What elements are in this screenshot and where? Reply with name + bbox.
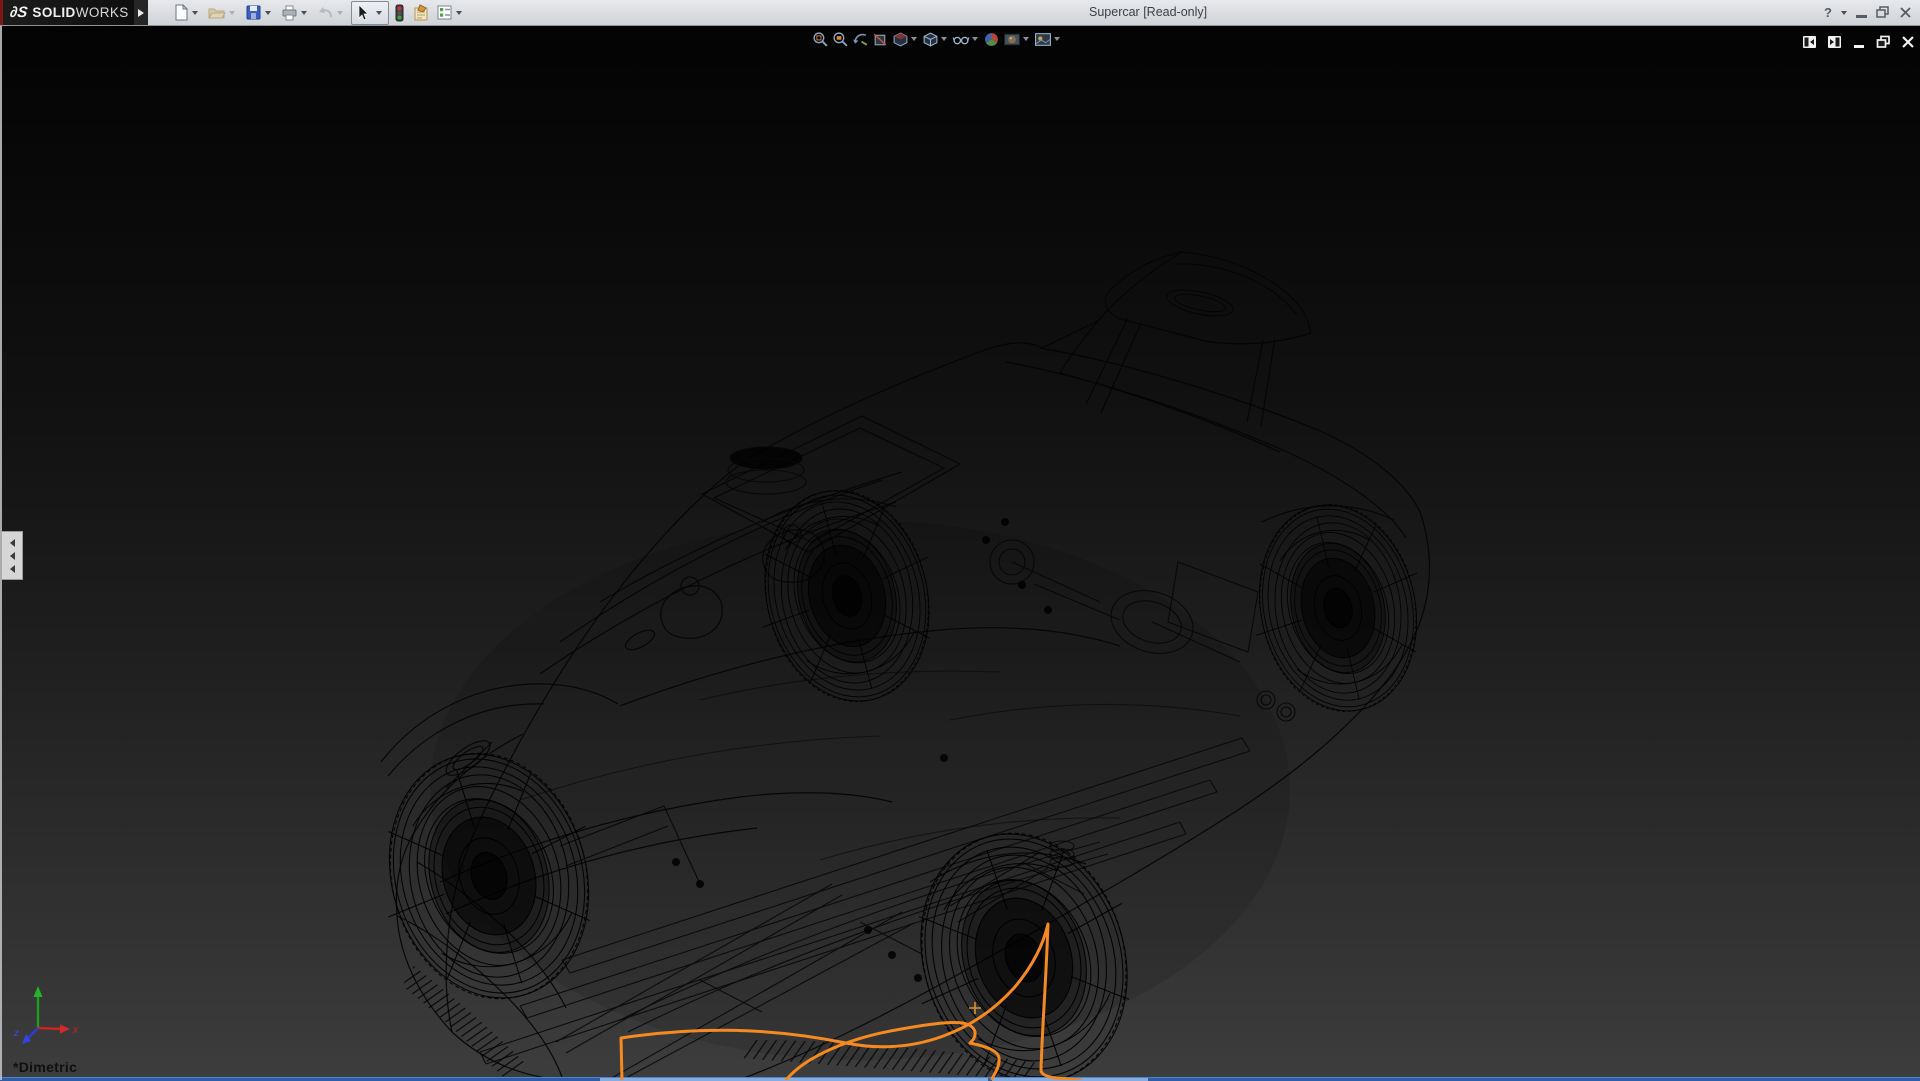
collapse-arrow-icon: [10, 552, 15, 560]
open-folder-icon: [208, 4, 226, 21]
select-tool-button[interactable]: [351, 1, 389, 25]
zoom-to-area-button[interactable]: [832, 31, 849, 48]
apply-scene-icon: [1003, 31, 1021, 48]
brand-bold: SOLID: [32, 5, 75, 20]
feature-manager-collapsed-tab[interactable]: [2, 531, 23, 580]
apply-scene-caret[interactable]: [1023, 37, 1029, 41]
traffic-light-icon: [393, 4, 406, 22]
solidworks-logo-mark: ∂S: [9, 4, 29, 21]
view-orientation-button[interactable]: [892, 31, 919, 48]
zoom-to-fit-button[interactable]: [812, 31, 829, 48]
undo-icon: [317, 4, 334, 21]
restore-button[interactable]: [1876, 6, 1890, 19]
file-properties-button[interactable]: [410, 2, 432, 24]
display-style-button[interactable]: [922, 31, 949, 48]
rebuild-button[interactable]: [391, 2, 408, 24]
options-dropdown-caret[interactable]: [456, 11, 462, 15]
minimize-button[interactable]: [1856, 15, 1867, 18]
apply-scene-button[interactable]: [1003, 31, 1031, 48]
zoom-to-area-icon: [832, 31, 849, 48]
eyeglasses-icon: [952, 31, 970, 48]
select-cursor-icon: [354, 4, 370, 21]
new-document-button[interactable]: [170, 2, 204, 24]
main-toolbar: [170, 0, 468, 25]
previous-view-icon: [852, 31, 869, 48]
toggle-right-pane-button[interactable]: [1827, 35, 1842, 49]
zoom-to-fit-icon: [812, 31, 829, 48]
close-button[interactable]: [1899, 6, 1912, 19]
print-button[interactable]: [279, 2, 313, 24]
collapse-arrow-icon: [10, 565, 15, 573]
new-document-icon: [172, 4, 189, 21]
expand-arrow-icon: [138, 9, 144, 17]
view-orientation-icon: [892, 31, 909, 48]
view-orientation-caret[interactable]: [911, 37, 917, 41]
view-settings-caret[interactable]: [1054, 37, 1060, 41]
options-checklist-icon: [436, 4, 453, 21]
titlebar-window-controls: ?: [1824, 0, 1912, 25]
hide-show-caret[interactable]: [972, 37, 978, 41]
display-style-caret[interactable]: [941, 37, 947, 41]
print-dropdown-caret[interactable]: [301, 11, 307, 15]
section-view-icon: [872, 31, 889, 48]
view-settings-icon: [1034, 31, 1052, 48]
display-style-icon: [922, 31, 939, 48]
menu-expand-arrow[interactable]: [134, 0, 148, 25]
open-dropdown-caret: [229, 11, 235, 15]
help-dropdown-caret[interactable]: [1841, 11, 1847, 15]
graphics-viewport[interactable]: [0, 25, 1920, 1080]
save-floppy-icon: [245, 4, 262, 21]
document-restore-button[interactable]: [1876, 35, 1891, 49]
save-dropdown-caret[interactable]: [265, 11, 271, 15]
new-dropdown-caret[interactable]: [192, 11, 198, 15]
brand-light: WORKS: [76, 5, 129, 20]
edit-appearance-button[interactable]: [983, 31, 1000, 48]
collapse-arrow-icon: [10, 539, 15, 547]
view-orientation-label: *Dimetric: [13, 1059, 77, 1075]
undo-dropdown-caret: [337, 11, 343, 15]
select-dropdown-caret[interactable]: [376, 11, 382, 15]
section-view-button[interactable]: [872, 31, 889, 48]
document-close-button[interactable]: [1901, 35, 1915, 49]
hide-show-items-button[interactable]: [952, 31, 980, 48]
toggle-left-pane-button[interactable]: [1802, 35, 1817, 49]
solidworks-logo: ∂S SOLIDWORKS: [0, 0, 134, 25]
heads-up-view-toolbar: [812, 29, 1062, 49]
view-settings-button[interactable]: [1034, 31, 1062, 48]
taskbar-strip[interactable]: [0, 1077, 1920, 1081]
help-button[interactable]: ?: [1824, 5, 1832, 20]
appearance-ball-icon: [983, 31, 1000, 48]
undo-button[interactable]: [315, 2, 349, 24]
document-title: Supercar [Read-only]: [1089, 5, 1207, 19]
file-properties-icon: [412, 4, 430, 21]
document-window-controls: [1802, 35, 1915, 49]
options-button[interactable]: [434, 2, 468, 24]
title-bar: ∂S SOLIDWORKS: [0, 0, 1920, 26]
print-icon: [281, 4, 298, 21]
save-button[interactable]: [243, 2, 277, 24]
open-button[interactable]: [206, 2, 241, 24]
previous-view-button[interactable]: [852, 31, 869, 48]
document-minimize-button[interactable]: [1852, 35, 1866, 49]
